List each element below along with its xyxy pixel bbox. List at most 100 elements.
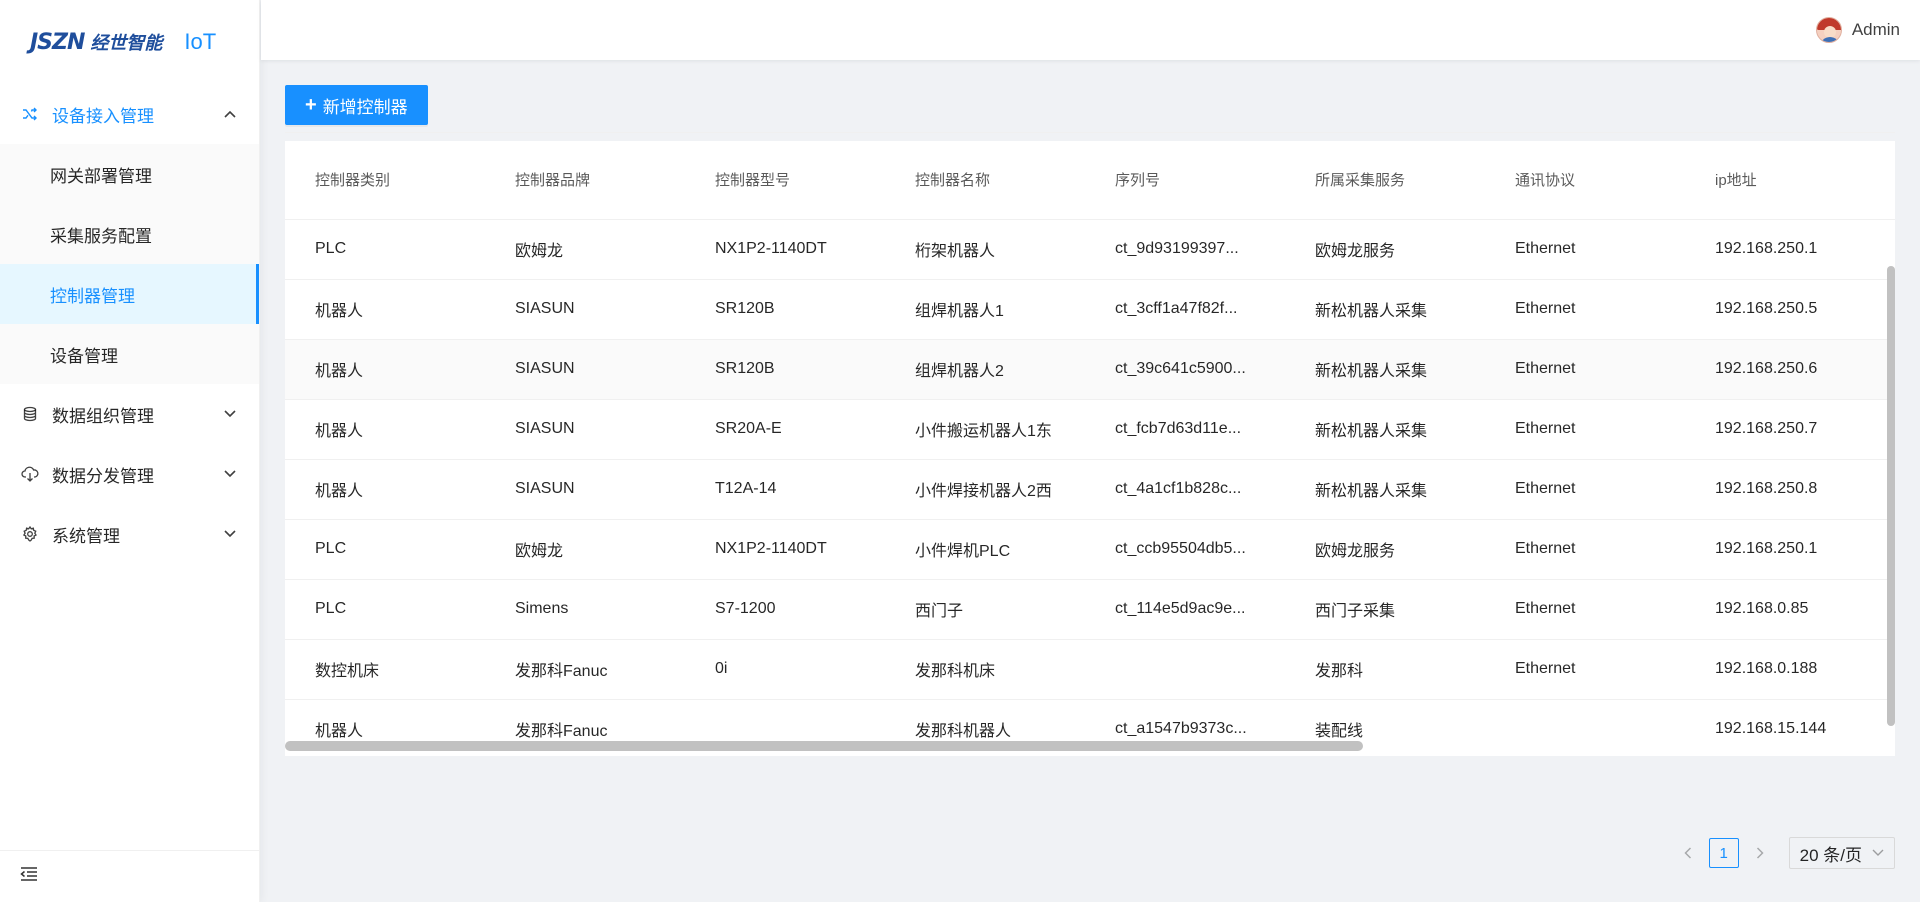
logo-cn-text: 经世智能	[90, 33, 163, 53]
horizontal-scrollbar-thumb[interactable]	[285, 741, 1363, 751]
table-cell: Ethernet	[1485, 519, 1685, 580]
table-cell: 西门子采集	[1285, 579, 1485, 640]
table-cell: 新松机器人采集	[1285, 339, 1485, 400]
table-cell: 192.168.0.85	[1685, 579, 1895, 640]
column-header: 控制器类别	[285, 141, 485, 220]
logo: JSZN 经世智能 IoT	[0, 0, 259, 84]
table-cell: Ethernet	[1485, 219, 1685, 280]
table-cell: 机器人	[285, 339, 485, 400]
table-row[interactable]: PLC 欧姆龙 NX1P2-1140DT 小件焊机PLC ct_ccb95504db5.…	[285, 519, 1895, 580]
table-cell: SR120B	[685, 279, 885, 340]
table-cell: 欧姆龙服务	[1285, 519, 1485, 580]
table-cell: ct_9d93199397...	[1085, 219, 1285, 280]
menu-group-data-organization: 数据组织管理	[0, 384, 259, 444]
table-cell: 桁架机器人	[885, 219, 1085, 280]
prev-page-button[interactable]	[1677, 838, 1699, 868]
table-cell: 新松机器人采集	[1285, 459, 1485, 520]
table-cell: 小件焊机PLC	[885, 519, 1085, 580]
table-row[interactable]: PLC 欧姆龙 NX1P2-1140DT 桁架机器人 ct_9d93199397... 欧…	[285, 219, 1895, 280]
cloud-icon	[20, 464, 40, 484]
table-cell: 组焊机器人2	[885, 339, 1085, 400]
table-cell	[1085, 639, 1285, 700]
chevron-down-icon	[1872, 849, 1884, 856]
table-cell: 新松机器人采集	[1285, 399, 1485, 460]
menu-group-label: 数据分发管理	[52, 466, 154, 486]
top-header: Admin	[261, 0, 1920, 60]
gear-icon	[20, 524, 40, 544]
sidebar: JSZN 经世智能 IoT 设备接入管理 网关部署管理 采集服务配置 控制器管理…	[0, 0, 260, 902]
table-row[interactable]: 机器人 SIASUN T12A-14 小件焊接机器人2西 ct_4a1cf1b828c.…	[285, 459, 1895, 520]
menu-group-data-organization-title[interactable]: 数据组织管理	[0, 384, 259, 444]
table-cell: ct_114e5d9ac9e...	[1085, 579, 1285, 640]
table-cell: PLC	[285, 219, 485, 280]
add-controller-button[interactable]: + 新增控制器	[285, 85, 428, 125]
database-icon	[20, 404, 40, 424]
table-row[interactable]: PLC Simens S7-1200 西门子 ct_114e5d9ac9e... 西门子采…	[285, 579, 1895, 640]
sidebar-item-collection-service[interactable]: 采集服务配置	[0, 204, 259, 264]
page-size-value: 20 条/页	[1799, 845, 1862, 865]
table-cell: ct_4a1cf1b828c...	[1085, 459, 1285, 520]
table-cell: NX1P2-1140DT	[685, 519, 885, 580]
toolbar: + 新增控制器	[285, 85, 1895, 133]
menu-group-label: 系统管理	[52, 526, 120, 546]
menu-group-data-distribution-title[interactable]: 数据分发管理	[0, 444, 259, 504]
table-cell: 欧姆龙	[485, 519, 685, 580]
user-menu[interactable]: Admin	[1815, 17, 1900, 43]
avatar	[1815, 17, 1842, 43]
column-header: 控制器名称	[885, 141, 1085, 220]
column-header: 控制器品牌	[485, 141, 685, 220]
brand-logo: JSZN 经世智能	[30, 29, 162, 55]
table-cell: 机器人	[285, 459, 485, 520]
next-page-button[interactable]	[1749, 838, 1771, 868]
column-header: 通讯协议	[1485, 141, 1685, 220]
table-cell: 192.168.250.6	[1685, 339, 1895, 400]
chevron-up-icon	[223, 107, 237, 121]
table-cell: Ethernet	[1485, 639, 1685, 700]
table-cell: ct_fcb7d63d11e...	[1085, 399, 1285, 460]
table-row[interactable]: 机器人 SIASUN SR20A-E 小件搬运机器人1东 ct_fcb7d63d11e.…	[285, 399, 1895, 460]
app-root: JSZN 经世智能 IoT 设备接入管理 网关部署管理 采集服务配置 控制器管理…	[0, 0, 1920, 902]
vertical-scrollbar[interactable]	[1887, 266, 1895, 726]
table-cell: 组焊机器人1	[885, 279, 1085, 340]
sidebar-menu: 设备接入管理 网关部署管理 采集服务配置 控制器管理 设备管理 数据组织管理 数…	[0, 84, 259, 564]
table-cell: 192.168.250.1	[1685, 219, 1895, 280]
column-header: 所属采集服务	[1285, 141, 1485, 220]
table-row[interactable]: 数控机床 发那科Fanuc 0i 发那科机床 发那科 Ethernet 192.168.0.…	[285, 639, 1895, 700]
table-header-row: 控制器类别 控制器品牌 控制器型号 控制器名称 序列号 所属采集服务 通讯协议 …	[285, 141, 1895, 220]
table-cell: Ethernet	[1485, 579, 1685, 640]
table-cell: 数控机床	[285, 639, 485, 700]
add-controller-label: 新增控制器	[322, 97, 408, 117]
product-name: IoT	[184, 29, 217, 54]
table-cell: SR120B	[685, 339, 885, 400]
controller-table-grid: 控制器类别 控制器品牌 控制器型号 控制器名称 序列号 所属采集服务 通讯协议 …	[285, 141, 1895, 756]
sidebar-item-gateway-deploy[interactable]: 网关部署管理	[0, 144, 259, 204]
plus-icon: +	[305, 94, 317, 116]
table-cell: S7-1200	[685, 579, 885, 640]
table-cell: 192.168.250.7	[1685, 399, 1895, 460]
table-row[interactable]: 机器人 SIASUN SR120B 组焊机器人2 ct_39c641c5900... 新松…	[285, 339, 1895, 400]
username: Admin	[1851, 20, 1900, 39]
menu-group-label: 数据组织管理	[52, 406, 154, 426]
page-size-select[interactable]: 20 条/页	[1788, 837, 1895, 869]
sidebar-item-controller-manage[interactable]: 控制器管理	[0, 264, 259, 324]
table-row[interactable]: 机器人 SIASUN SR120B 组焊机器人1 ct_3cff1a47f82f... 新…	[285, 279, 1895, 340]
table-cell: Ethernet	[1485, 459, 1685, 520]
sidebar-item-label: 控制器管理	[50, 286, 135, 306]
table-cell: 发那科机床	[885, 639, 1085, 700]
table-cell: PLC	[285, 579, 485, 640]
table-cell: 欧姆龙	[485, 219, 685, 280]
logo-text: JSZN	[30, 29, 85, 55]
table-cell: 192.168.250.1	[1685, 519, 1895, 580]
horizontal-scrollbar[interactable]	[285, 741, 1887, 751]
table-cell: SIASUN	[485, 339, 685, 400]
table-cell: ct_39c641c5900...	[1085, 339, 1285, 400]
sidebar-collapse-button[interactable]	[0, 850, 260, 902]
menu-group-system-title[interactable]: 系统管理	[0, 504, 259, 564]
column-header: 控制器型号	[685, 141, 885, 220]
table-cell: Ethernet	[1485, 399, 1685, 460]
sidebar-item-device-manage[interactable]: 设备管理	[0, 324, 259, 384]
page-item-current[interactable]: 1	[1708, 838, 1739, 868]
table-cell: 欧姆龙服务	[1285, 219, 1485, 280]
menu-group-device-access-title[interactable]: 设备接入管理	[0, 84, 259, 144]
sidebar-item-label: 设备管理	[50, 346, 118, 366]
